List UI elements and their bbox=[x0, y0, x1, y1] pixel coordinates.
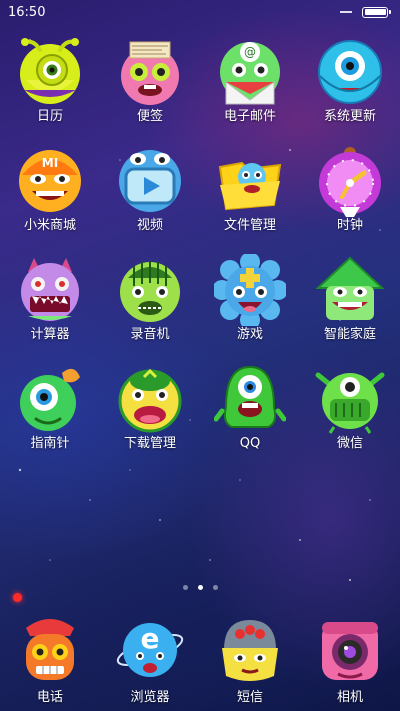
app-label: 下载管理 bbox=[123, 436, 176, 451]
app-label: 日历 bbox=[36, 109, 63, 124]
app-game[interactable]: 游戏 bbox=[200, 250, 300, 359]
battery-icon bbox=[362, 6, 391, 18]
page-dot[interactable] bbox=[182, 585, 188, 590]
download-manager-face-icon bbox=[118, 368, 182, 433]
app-label: 浏览器 bbox=[130, 690, 170, 705]
app-label: 系统更新 bbox=[323, 109, 376, 124]
app-download-manager[interactable]: 下载管理 bbox=[100, 359, 200, 468]
app-label: 视频 bbox=[136, 218, 163, 233]
app-clock[interactable]: 时钟 bbox=[300, 141, 400, 250]
dock-phone[interactable]: 电话 bbox=[0, 610, 100, 706]
app-label: 智能家庭 bbox=[323, 327, 376, 342]
decorative-red-light bbox=[13, 593, 22, 602]
status-bar: 16:50 bbox=[0, 0, 400, 24]
app-label: 小米商城 bbox=[23, 218, 76, 233]
page-indicator bbox=[0, 585, 400, 590]
app-email[interactable]: @ 电子邮件 bbox=[200, 32, 300, 141]
app-file-manager[interactable]: 文件管理 bbox=[200, 141, 300, 250]
app-label: 微信 bbox=[336, 436, 363, 451]
app-label: 文件管理 bbox=[223, 218, 276, 233]
app-label: QQ bbox=[239, 436, 261, 451]
email-frog-icon: @ bbox=[220, 42, 280, 105]
app-label: 时钟 bbox=[336, 218, 363, 233]
clock-face-icon bbox=[319, 147, 381, 217]
app-calendar[interactable]: 日历 bbox=[0, 32, 100, 141]
app-label: 游戏 bbox=[236, 327, 263, 342]
app-label: 短信 bbox=[236, 690, 263, 705]
app-label: 相机 bbox=[336, 690, 363, 705]
smart-home-house-icon bbox=[315, 256, 385, 320]
app-compass[interactable]: 指南针 bbox=[0, 359, 100, 468]
app-label: 电子邮件 bbox=[223, 109, 276, 124]
app-label: 便签 bbox=[136, 109, 163, 124]
status-time: 16:50 bbox=[8, 4, 46, 20]
signal-icon bbox=[340, 11, 352, 13]
app-label: 录音机 bbox=[130, 327, 170, 342]
camera-face-icon bbox=[322, 622, 378, 680]
app-mi-store[interactable]: MI 小米商城 bbox=[0, 141, 100, 250]
app-smart-home[interactable]: 智能家庭 bbox=[300, 250, 400, 359]
app-label: 计算器 bbox=[30, 327, 70, 342]
app-notes[interactable]: 便签 bbox=[100, 32, 200, 141]
page-dot-active[interactable] bbox=[197, 585, 203, 590]
svg-text:MI: MI bbox=[42, 156, 58, 170]
game-flower-icon bbox=[214, 254, 286, 326]
app-wechat[interactable]: 微信 bbox=[300, 359, 400, 468]
dock-camera[interactable]: 相机 bbox=[300, 610, 400, 706]
update-cyclops-icon bbox=[318, 40, 382, 104]
app-grid: 日历 便签 @ 电子邮件 系统更新 MI 小米商城 视频 文件管理 时钟 计算器… bbox=[0, 32, 400, 468]
dock-browser[interactable]: e 浏览器 bbox=[100, 610, 200, 706]
app-label: 电话 bbox=[36, 690, 63, 705]
svg-text:e: e bbox=[141, 622, 160, 655]
svg-text:@: @ bbox=[244, 45, 256, 59]
app-calculator[interactable]: 计算器 bbox=[0, 250, 100, 359]
app-system-update[interactable]: 系统更新 bbox=[300, 32, 400, 141]
file-manager-folder-icon bbox=[218, 161, 282, 211]
app-recorder[interactable]: 录音机 bbox=[100, 250, 200, 359]
dock: 电话 e 浏览器 短信 相机 bbox=[0, 610, 400, 706]
page-dot[interactable] bbox=[212, 585, 218, 590]
app-label: 指南针 bbox=[30, 436, 70, 451]
notes-face-icon bbox=[121, 41, 179, 105]
app-qq[interactable]: QQ bbox=[200, 359, 300, 468]
dock-messages[interactable]: 短信 bbox=[200, 610, 300, 706]
video-monster-icon bbox=[119, 150, 181, 212]
wechat-monster-icon bbox=[315, 372, 385, 434]
phone-robot-icon bbox=[26, 619, 74, 680]
qq-green-monster-icon bbox=[214, 365, 286, 428]
calendar-snail-icon bbox=[20, 38, 80, 104]
messages-robot-icon bbox=[222, 620, 278, 681]
recorder-melon-icon bbox=[120, 261, 180, 322]
compass-cyclops-icon bbox=[20, 368, 80, 431]
browser-globe-icon: e bbox=[116, 622, 184, 677]
calculator-monster-icon bbox=[21, 258, 79, 321]
app-video[interactable]: 视频 bbox=[100, 141, 200, 250]
mi-store-face-icon: MI bbox=[19, 150, 81, 212]
